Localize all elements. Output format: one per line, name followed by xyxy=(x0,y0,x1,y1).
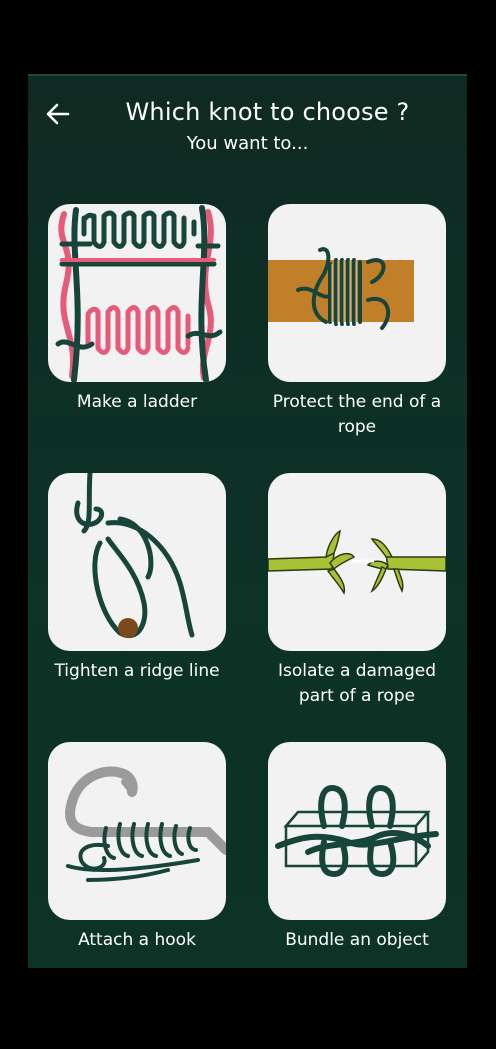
option-label: Protect the end of a rope xyxy=(272,392,442,437)
option-tile xyxy=(268,473,446,651)
page-title: Which knot to choose ? xyxy=(125,98,410,126)
option-tile xyxy=(48,473,226,651)
arrow-left-icon xyxy=(46,103,70,125)
option-protect-rope-end[interactable]: Protect the end of a rope xyxy=(268,204,448,440)
option-label: Bundle an object xyxy=(285,930,429,950)
back-button[interactable] xyxy=(44,100,72,128)
option-isolate-damaged-rope[interactable]: Isolate a damaged part of a rope xyxy=(268,473,448,709)
hook-knot-icon xyxy=(65,766,226,882)
option-tile xyxy=(48,742,226,920)
app-screen: Which knot to choose ? You want to... Ma… xyxy=(28,74,467,968)
bundle-knot-icon xyxy=(275,784,439,878)
option-label: Make a ladder xyxy=(76,392,198,412)
option-make-a-ladder[interactable]: Make a ladder xyxy=(48,204,228,415)
option-tile xyxy=(268,742,446,920)
option-bundle-object[interactable]: Bundle an object xyxy=(268,742,448,953)
screen-top-divider xyxy=(28,74,467,76)
ladder-knot-icon xyxy=(55,205,223,382)
option-attach-hook[interactable]: Attach a hook xyxy=(48,742,228,953)
option-label: Attach a hook xyxy=(78,930,196,950)
option-label: Isolate a damaged part of a rope xyxy=(278,661,436,706)
ridge-line-knot-icon xyxy=(74,473,195,638)
option-tighten-ridge-line[interactable]: Tighten a ridge line xyxy=(48,473,228,684)
option-tile xyxy=(48,204,226,382)
option-tile xyxy=(268,204,446,382)
whipping-knot-icon xyxy=(268,247,414,330)
damaged-rope-knot-icon xyxy=(268,529,446,595)
option-label: Tighten a ridge line xyxy=(54,661,220,681)
page-subtitle: You want to... xyxy=(186,133,309,154)
